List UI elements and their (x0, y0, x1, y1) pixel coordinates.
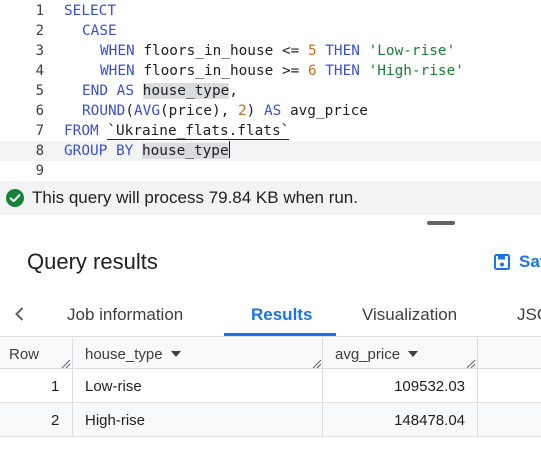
line-number: 8 (35, 143, 44, 159)
number-literal: 6 (307, 63, 317, 79)
column-resize-icon[interactable] (312, 356, 322, 369)
cell-house-type[interactable]: High-rise (85, 412, 145, 429)
line-number: 9 (35, 163, 44, 179)
table-reference-link[interactable]: `Ukraine_flats.flats` (107, 123, 290, 140)
column-header-label: avg_price (335, 346, 401, 363)
cell-avg-price[interactable]: 148478.04 (394, 412, 465, 429)
table-row[interactable]: 2 High-rise 148478.04 (0, 403, 541, 437)
row-number: 2 (51, 412, 60, 429)
keyword: SELECT (64, 3, 116, 19)
highlighted-alias: house_type (142, 83, 230, 99)
keyword: GROUP BY (64, 143, 134, 159)
code-line: 9 (0, 161, 541, 181)
keyword: AS (263, 103, 282, 119)
column-divider (72, 338, 73, 437)
column-resize-icon[interactable] (61, 356, 71, 369)
line-number: 5 (35, 83, 44, 99)
column-header-avg-price: avg_price (335, 346, 419, 363)
chevron-left-icon[interactable] (10, 304, 30, 324)
line-number: 1 (35, 3, 44, 19)
punctuation: , (229, 83, 238, 99)
sort-menu-icon[interactable] (408, 351, 419, 357)
save-icon (493, 253, 511, 271)
query-validator-bar: This query will process 79.84 KB when ru… (0, 181, 541, 215)
line-number: 2 (35, 23, 44, 39)
code-line: 4 WHEN floors_in_house >= 6 THEN 'High-r… (0, 61, 541, 81)
results-title: Query results (27, 249, 158, 274)
identifier: floors_in_house <= (134, 43, 308, 59)
panel-resize-handle[interactable] (427, 221, 455, 225)
column-divider (322, 338, 323, 437)
highlighted-alias: house_type (141, 143, 229, 159)
line-number: 4 (35, 63, 44, 79)
text-cursor (228, 141, 230, 158)
cell-avg-price[interactable]: 109532.03 (394, 378, 465, 395)
code-line: 5 END AS house_type, (0, 81, 541, 101)
code-line: 7 FROM `Ukraine_flats.flats` (0, 121, 541, 141)
tab-job-information[interactable]: Job information (67, 305, 183, 325)
identifier: avg_price (281, 103, 368, 119)
keyword: THEN (316, 63, 369, 79)
validator-message: This query will process 79.84 KB when ru… (32, 188, 358, 207)
number-literal: 5 (307, 43, 317, 59)
column-header-house-type: house_type (85, 346, 181, 363)
column-header-row: Row (9, 346, 40, 363)
tab-visualization[interactable]: Visualization (362, 305, 457, 325)
code-line: 2 CASE (0, 21, 541, 41)
table-header: Row house_type avg_price (0, 338, 541, 369)
row-number: 1 (51, 378, 60, 395)
code-line: 1 SELECT (0, 1, 541, 21)
tab-json[interactable]: JSON (517, 305, 541, 325)
results-tabs: Job information Results Visualization JS… (0, 293, 541, 337)
keyword: END AS (82, 83, 143, 99)
function-name: ROUND (82, 103, 126, 119)
column-header-label: house_type (85, 346, 163, 363)
save-label: Save (519, 252, 541, 271)
tab-results[interactable]: Results (251, 305, 312, 325)
code-line: 8 GROUP BY house_type (0, 141, 541, 161)
line-number: 6 (35, 103, 44, 119)
identifier: (price), (160, 103, 238, 119)
sort-menu-icon[interactable] (170, 351, 181, 357)
keyword: WHEN (100, 43, 135, 59)
code-line: 3 WHEN floors_in_house <= 5 THEN 'Low-ri… (0, 41, 541, 61)
keyword: WHEN (100, 63, 135, 79)
cell-house-type[interactable]: Low-rise (85, 378, 142, 395)
code-line: 6 ROUND(AVG(price), 2) AS avg_price (0, 101, 541, 121)
punctuation: ) (246, 103, 264, 119)
column-divider (477, 338, 478, 437)
string-literal: 'Low-rise' (368, 43, 456, 59)
save-results-button[interactable]: Save (493, 248, 541, 276)
keyword: THEN (316, 43, 369, 59)
active-tab-indicator (224, 333, 336, 336)
identifier: floors_in_house >= (134, 63, 308, 79)
function-name: AVG (134, 103, 160, 119)
sql-editor[interactable]: 1 SELECT 2 CASE 3 WHEN floors_in_house <… (0, 0, 541, 181)
keyword: FROM (64, 123, 99, 139)
punctuation: ( (125, 103, 134, 119)
check-circle-icon (6, 189, 24, 207)
column-resize-icon[interactable] (466, 356, 476, 369)
line-number: 3 (35, 43, 44, 59)
string-literal: 'High-rise' (368, 63, 464, 79)
number-literal: 2 (237, 103, 247, 119)
keyword: CASE (82, 23, 117, 39)
line-number: 7 (35, 123, 44, 139)
table-row[interactable]: 1 Low-rise 109532.03 (0, 369, 541, 403)
